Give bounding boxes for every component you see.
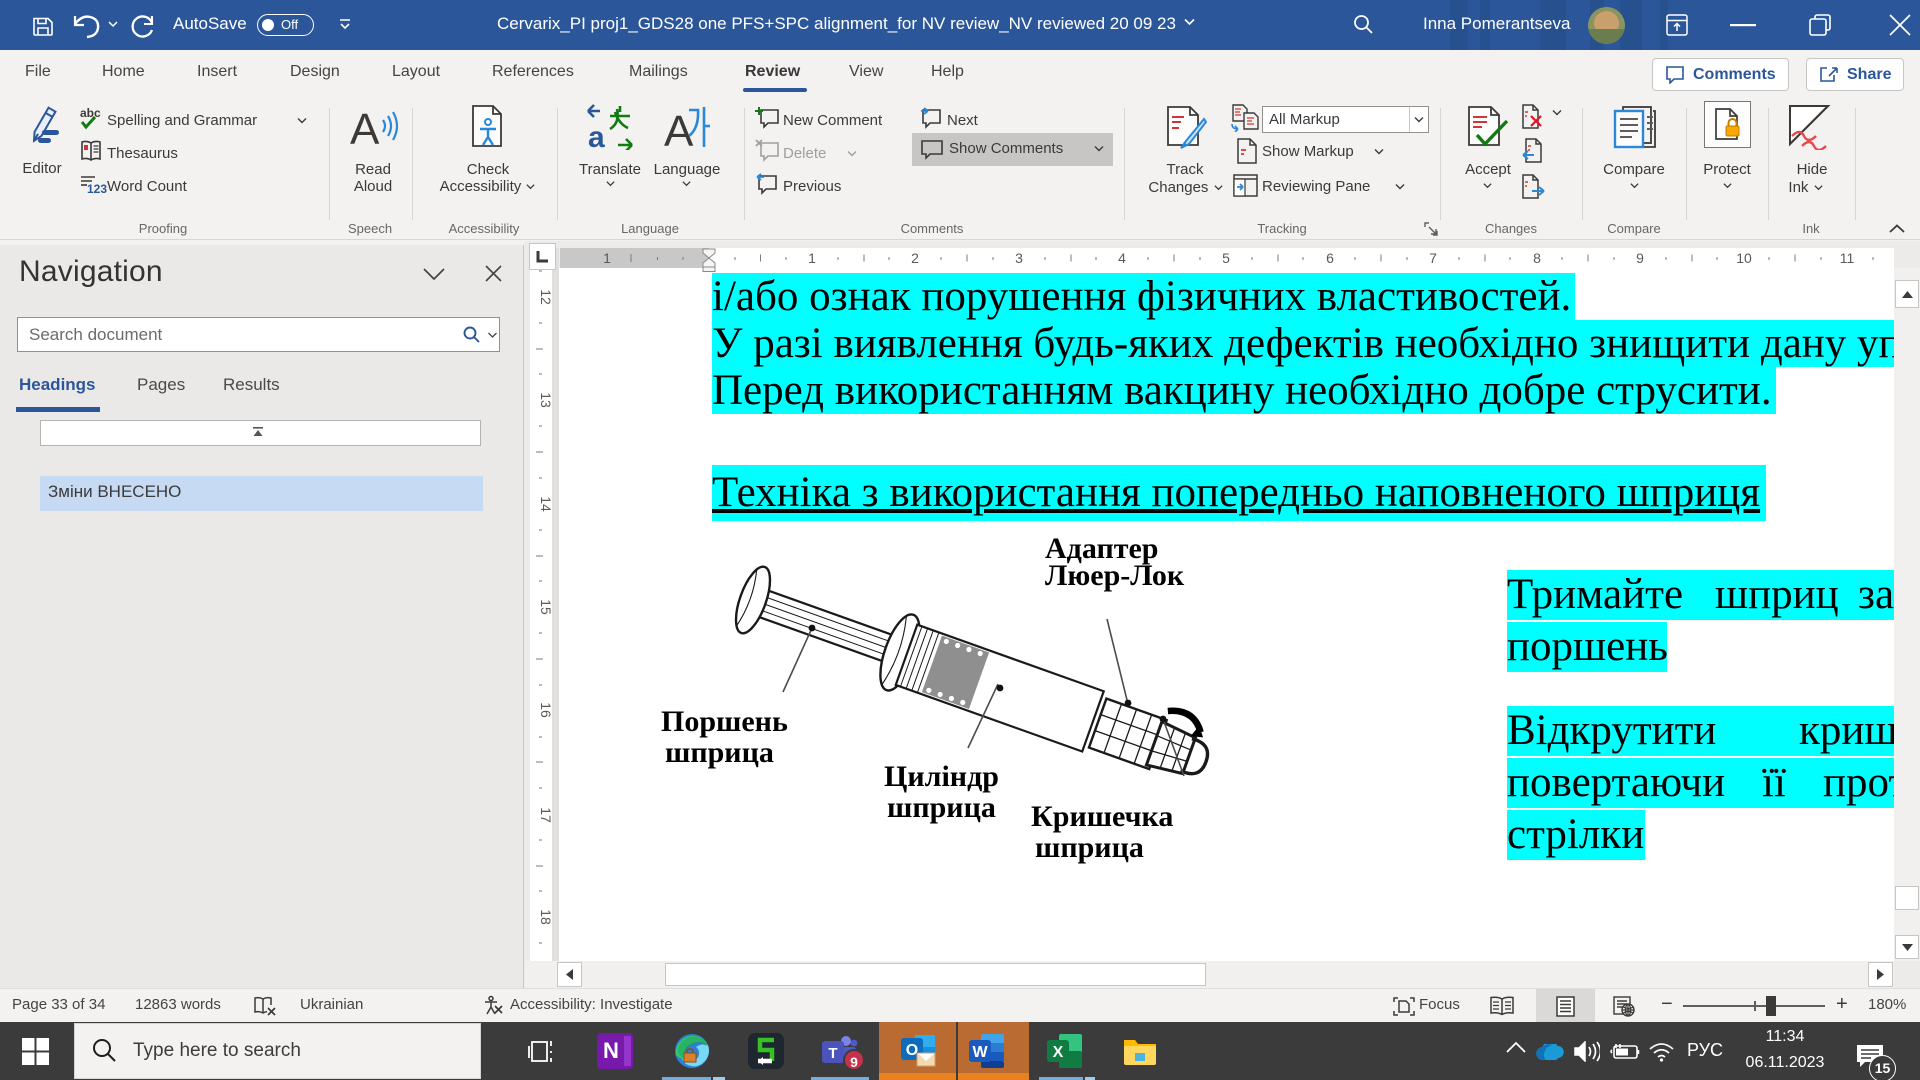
svg-text:1: 1 xyxy=(603,250,611,266)
svg-text:15: 15 xyxy=(538,599,552,615)
svg-text:A: A xyxy=(664,107,694,150)
svg-text:17: 17 xyxy=(538,807,552,823)
svg-text:X: X xyxy=(1053,1044,1064,1061)
svg-text:11: 11 xyxy=(1840,250,1855,266)
svg-text:a: a xyxy=(588,121,605,150)
svg-text:6: 6 xyxy=(1326,250,1334,266)
svg-text:5: 5 xyxy=(1222,250,1230,266)
svg-text:2: 2 xyxy=(911,250,919,266)
svg-text:8: 8 xyxy=(1533,250,1541,266)
svg-text:T: T xyxy=(828,1045,837,1062)
svg-text:4: 4 xyxy=(1118,250,1126,266)
svg-text:7: 7 xyxy=(1429,250,1437,266)
svg-text:9: 9 xyxy=(1636,250,1644,266)
svg-text:3: 3 xyxy=(1015,250,1023,266)
svg-text:14: 14 xyxy=(538,496,552,512)
svg-text:16: 16 xyxy=(538,702,552,718)
svg-text:123: 123 xyxy=(87,182,107,196)
svg-text:18: 18 xyxy=(538,909,552,925)
svg-text:abc: abc xyxy=(80,106,101,120)
svg-text:10: 10 xyxy=(1736,250,1752,266)
svg-text:1: 1 xyxy=(808,250,816,266)
svg-text:W: W xyxy=(972,1044,988,1061)
svg-text:13: 13 xyxy=(538,392,552,408)
svg-text:O: O xyxy=(906,1042,918,1059)
svg-text:12: 12 xyxy=(538,289,552,305)
svg-text:A: A xyxy=(350,105,380,150)
